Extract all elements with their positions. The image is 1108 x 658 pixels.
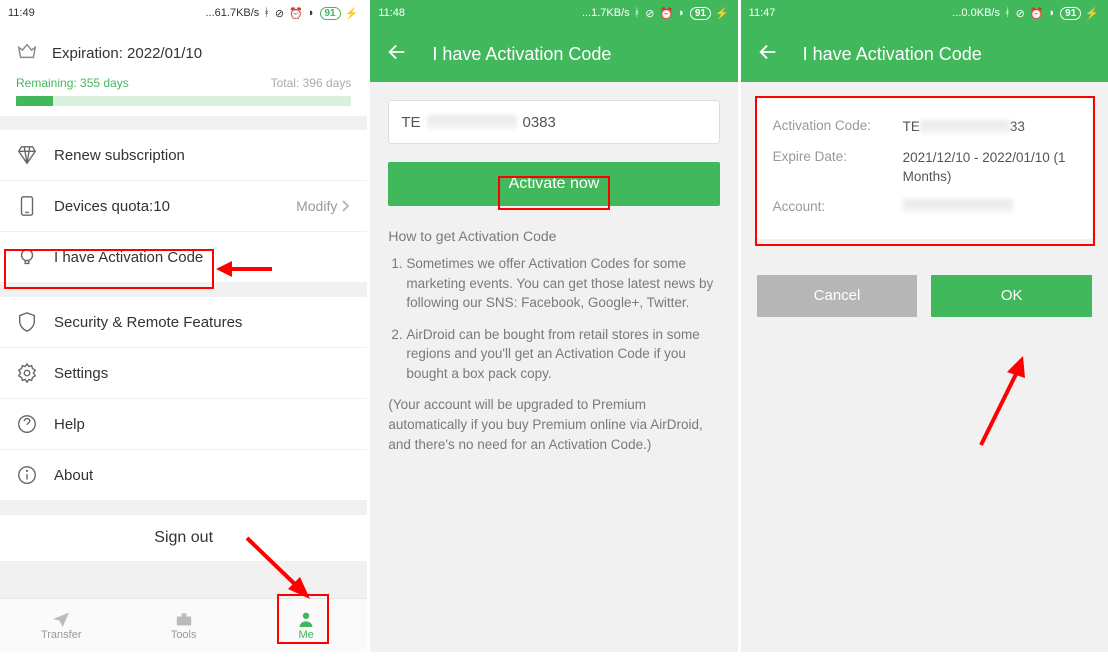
renew-subscription-item[interactable]: Renew subscription [0,130,367,181]
transfer-icon [51,611,71,627]
status-right: ...0.0KB/s ᚼ ⊘ ⏰ ◗ 91 ⚡ [952,7,1100,20]
expire-label: Expire Date: [773,149,903,164]
back-icon[interactable] [757,41,779,68]
status-right: ...61.7KB/s ᚼ ⊘ ⏰ ◗ 91 ⚡ [206,7,360,20]
crown-icon [16,40,38,66]
app-bar-title: I have Activation Code [432,44,611,65]
nav-me[interactable]: Me [245,599,367,652]
sign-out-button[interactable]: Sign out [0,515,367,561]
howto-title: How to get Activation Code [388,228,719,244]
expiration-label: Expiration: 2022/01/10 [52,45,202,62]
status-time: 11:48 [378,7,405,19]
dnd-icon: ⊘ [1016,7,1026,20]
activation-code-item[interactable]: I have Activation Code [0,232,367,283]
bulb-icon [16,246,38,268]
status-net: ...1.7KB/s [582,7,630,19]
code-value: TE33 [903,118,1076,137]
status-right: ...1.7KB/s ᚼ ⊘ ⏰ ◗ 91 ⚡ [582,7,730,20]
battery-icon: 91 [320,7,341,20]
battery-icon: 91 [690,7,711,20]
account-value [903,199,1076,219]
wifi-icon: ◗ [308,7,316,19]
charging-icon: ⚡ [1085,7,1100,20]
howto-list: Sometimes we offer Activation Codes for … [388,254,719,383]
ok-button[interactable]: OK [931,275,1092,317]
arrow-to-ok [971,350,1041,450]
app-bar: I have Activation Code [741,26,1108,82]
settings-item[interactable]: Settings [0,348,367,399]
dnd-icon: ⊘ [645,7,655,20]
progress-bar [16,96,351,106]
me-icon [296,611,316,627]
activation-info-card: Activation Code: TE33 Expire Date: 2021/… [757,98,1092,239]
howto-item-2: AirDroid can be bought from retail store… [406,325,719,384]
expiration-block: Expiration: 2022/01/10 Remaining: 355 da… [0,26,367,116]
nav-tools[interactable]: Tools [122,599,244,652]
remaining-days: Remaining: 355 days [16,76,129,90]
bottom-nav: Transfer Tools Me [0,598,367,652]
redacted [427,115,517,129]
phone-icon [16,195,38,217]
charging-icon: ⚡ [345,7,360,20]
dnd-icon: ⊘ [275,7,285,20]
activation-code-input[interactable]: TE 0383 [388,100,719,144]
status-time: 11:47 [749,7,776,19]
shield-icon [16,311,38,333]
alarm-icon: ⏰ [659,7,674,20]
chevron-right-icon [341,199,351,213]
nav-transfer[interactable]: Transfer [0,599,122,652]
code-label: Activation Code: [773,118,903,133]
help-item[interactable]: Help [0,399,367,450]
security-label: Security & Remote Features [54,314,351,331]
status-bar: 11:47 ...0.0KB/s ᚼ ⊘ ⏰ ◗ 91 ⚡ [741,0,1108,26]
renew-label: Renew subscription [54,147,351,164]
security-item[interactable]: Security & Remote Features [0,297,367,348]
redacted [920,120,1010,134]
settings-label: Settings [54,365,351,382]
confirm-buttons: Cancel OK [741,275,1108,317]
bluetooth-icon: ᚼ [634,7,642,19]
bluetooth-icon: ᚼ [263,7,271,19]
howto-item-1: Sometimes we offer Activation Codes for … [406,254,719,313]
charging-icon: ⚡ [715,7,730,20]
howto-note: (Your account will be upgraded to Premiu… [388,395,719,454]
expire-value: 2021/12/10 - 2022/01/10 (1 Months) [903,149,1076,187]
devices-quota-item[interactable]: Devices quota:10 Modify [0,181,367,232]
redacted [903,199,1013,213]
wifi-icon: ◗ [1049,7,1057,19]
activation-label: I have Activation Code [54,249,351,266]
help-icon [16,413,38,435]
back-icon[interactable] [386,41,408,68]
gear-icon [16,362,38,384]
devices-label: Devices quota:10 [54,198,280,215]
status-net: ...0.0KB/s [952,7,1000,19]
app-bar-title: I have Activation Code [803,44,982,65]
wifi-icon: ◗ [678,7,686,19]
status-bar: 11:48 ...1.7KB/s ᚼ ⊘ ⏰ ◗ 91 ⚡ [370,0,737,26]
content: TE 0383 Activate now How to get Activati… [370,82,737,472]
tools-icon [174,611,194,627]
screen-confirm-code: 11:47 ...0.0KB/s ᚼ ⊘ ⏰ ◗ 91 ⚡ I have Act… [741,0,1108,652]
cancel-button[interactable]: Cancel [757,275,918,317]
account-label: Account: [773,199,903,214]
about-item[interactable]: About [0,450,367,501]
help-label: Help [54,416,351,433]
app-bar: I have Activation Code [370,26,737,82]
alarm-icon: ⏰ [289,7,304,20]
total-days: Total: 396 days [271,76,352,90]
battery-icon: 91 [1060,7,1081,20]
info-icon [16,464,38,486]
status-net: ...61.7KB/s [206,7,260,19]
status-bar: 11:49 ...61.7KB/s ᚼ ⊘ ⏰ ◗ 91 ⚡ [0,0,367,26]
status-time: 11:49 [8,7,35,19]
screen-enter-code: 11:48 ...1.7KB/s ᚼ ⊘ ⏰ ◗ 91 ⚡ I have Act… [370,0,737,652]
diamond-icon [16,144,38,166]
activate-now-button[interactable]: Activate now [388,162,719,206]
alarm-icon: ⏰ [1030,7,1045,20]
bluetooth-icon: ᚼ [1004,7,1012,19]
about-label: About [54,467,351,484]
screen-me: 11:49 ...61.7KB/s ᚼ ⊘ ⏰ ◗ 91 ⚡ Expiratio… [0,0,367,652]
modify-link[interactable]: Modify [296,198,351,214]
